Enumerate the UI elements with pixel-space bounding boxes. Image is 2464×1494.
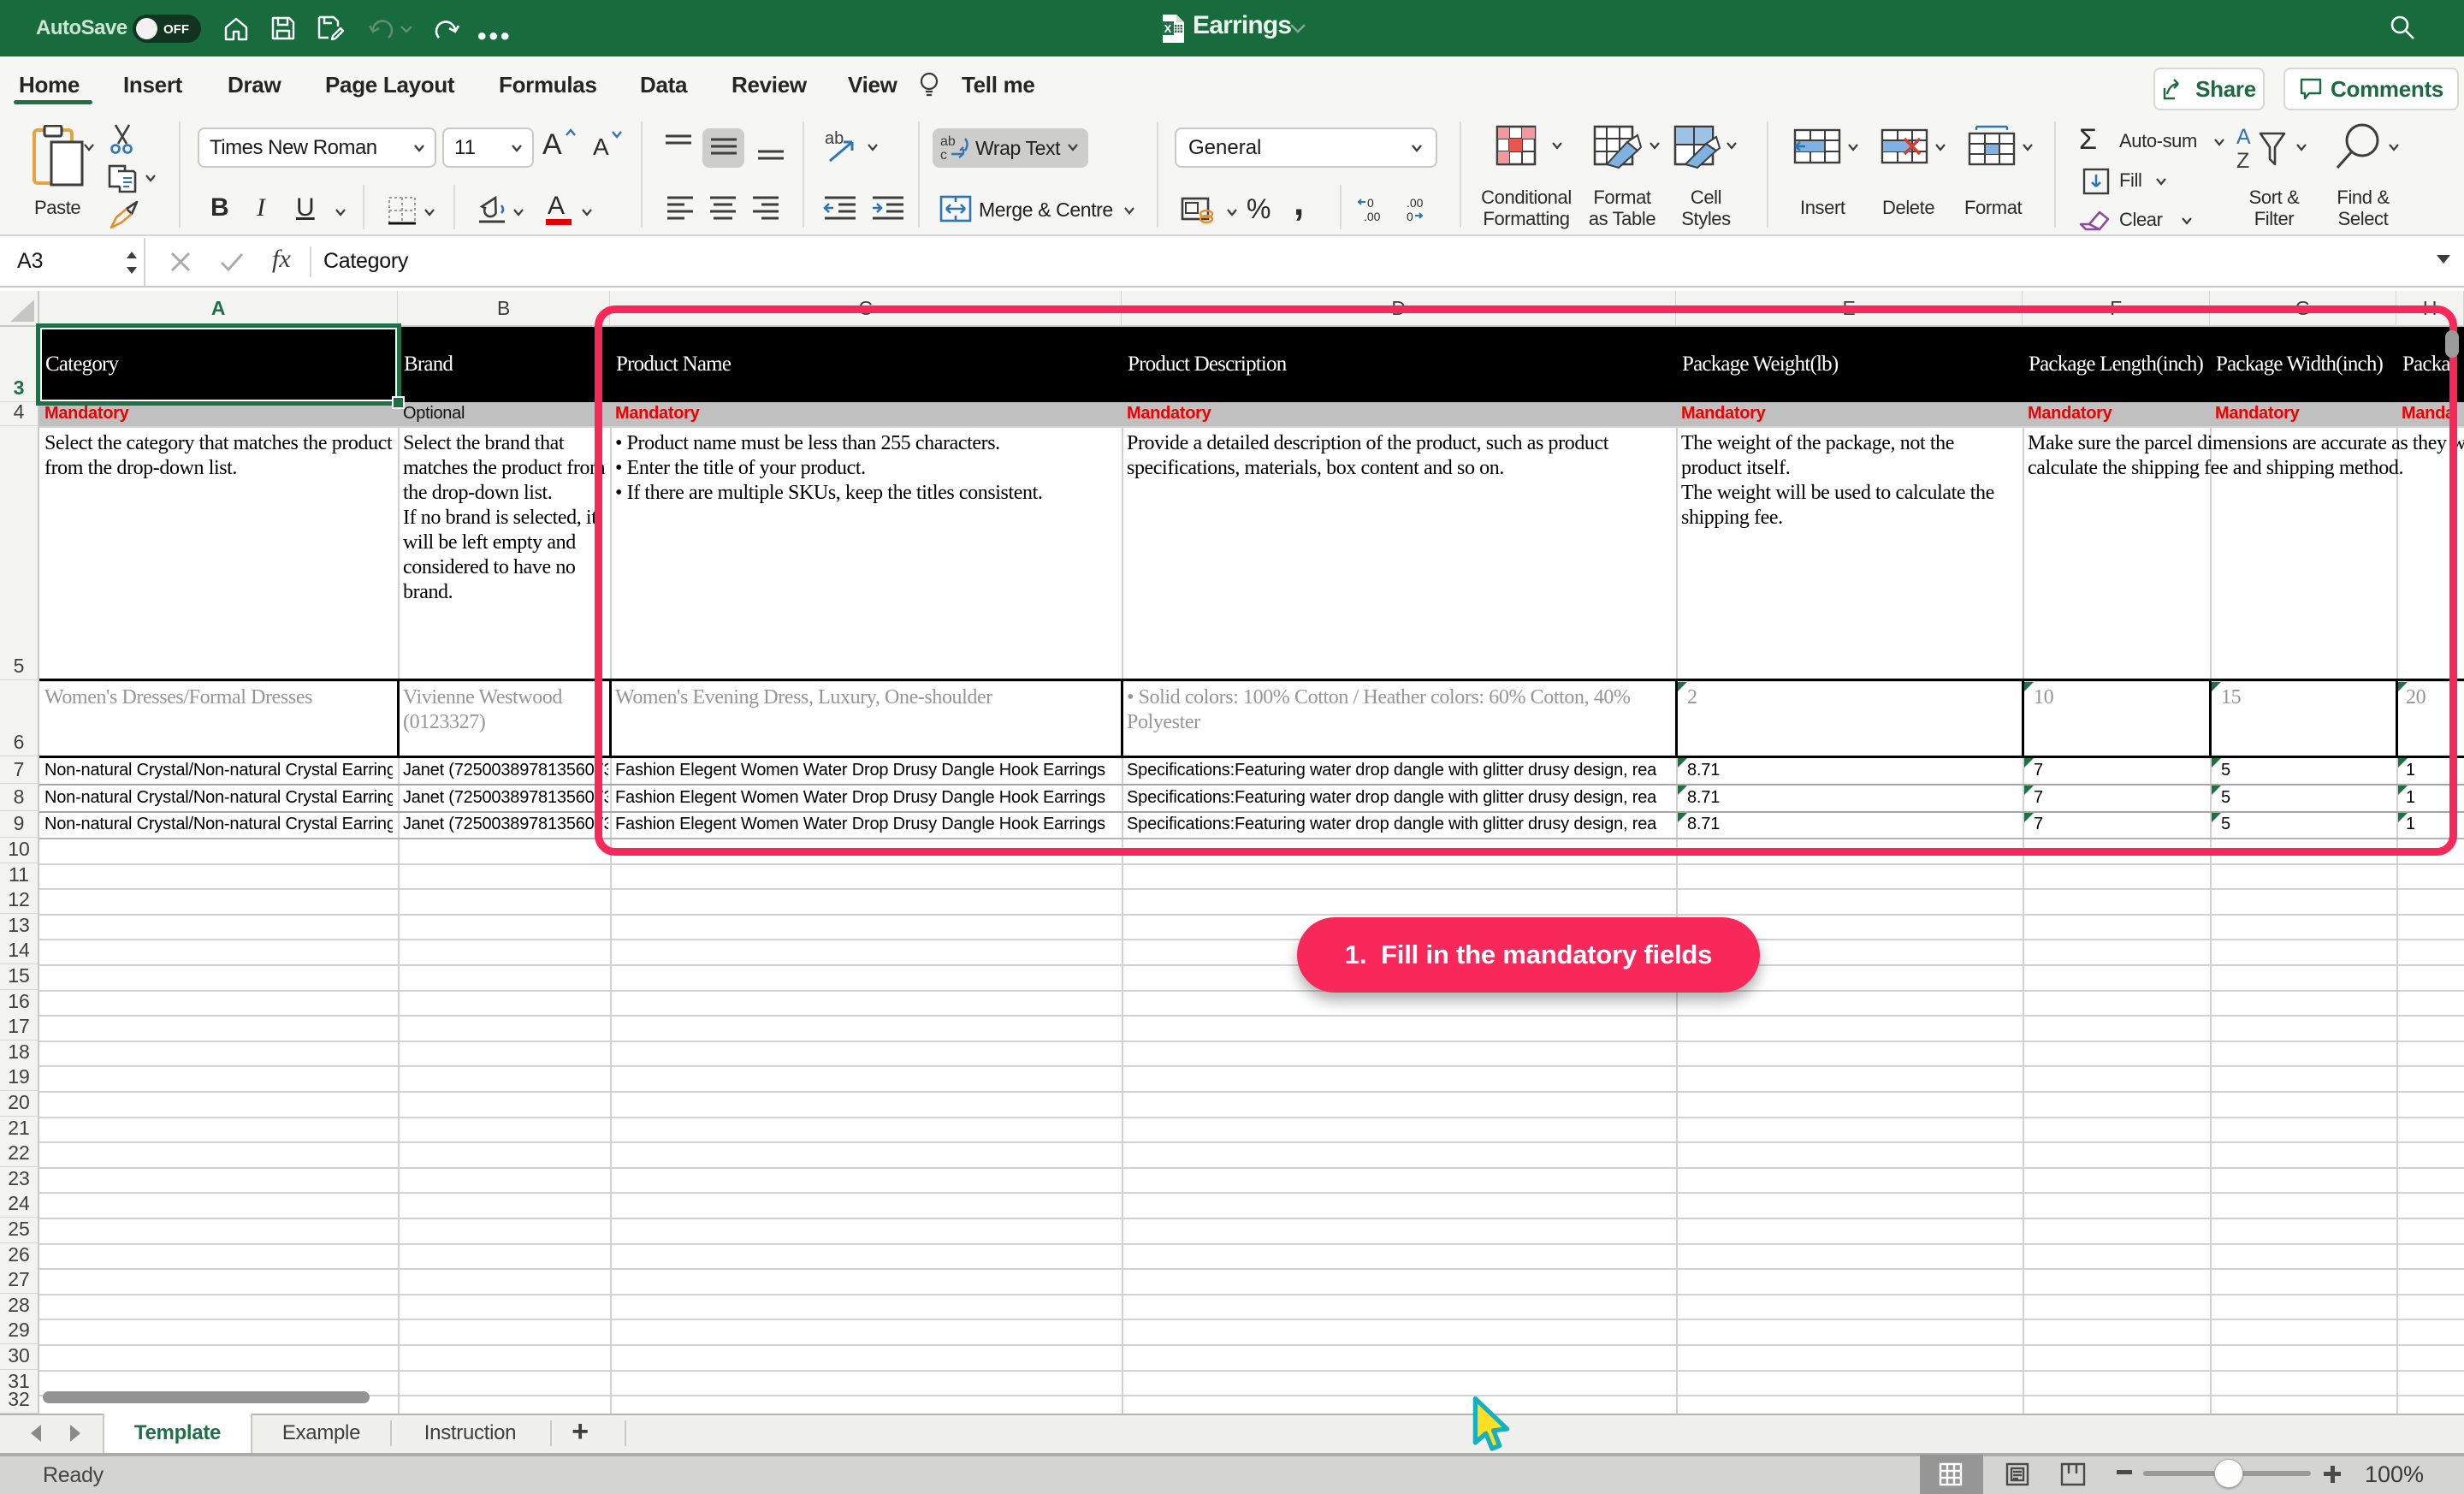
svg-text:X: X (1164, 22, 1172, 35)
svg-text:c: c (940, 148, 947, 163)
svg-text:.00: .00 (1407, 197, 1424, 210)
svg-text:.00: .00 (1364, 210, 1381, 223)
svg-text:ab: ab (940, 134, 956, 149)
svg-text:0: 0 (1367, 197, 1374, 210)
svg-text:0: 0 (1407, 210, 1413, 223)
svg-text:Z: Z (2236, 149, 2249, 171)
svg-text:A: A (2236, 125, 2251, 149)
svg-text:ab: ab (825, 129, 844, 148)
